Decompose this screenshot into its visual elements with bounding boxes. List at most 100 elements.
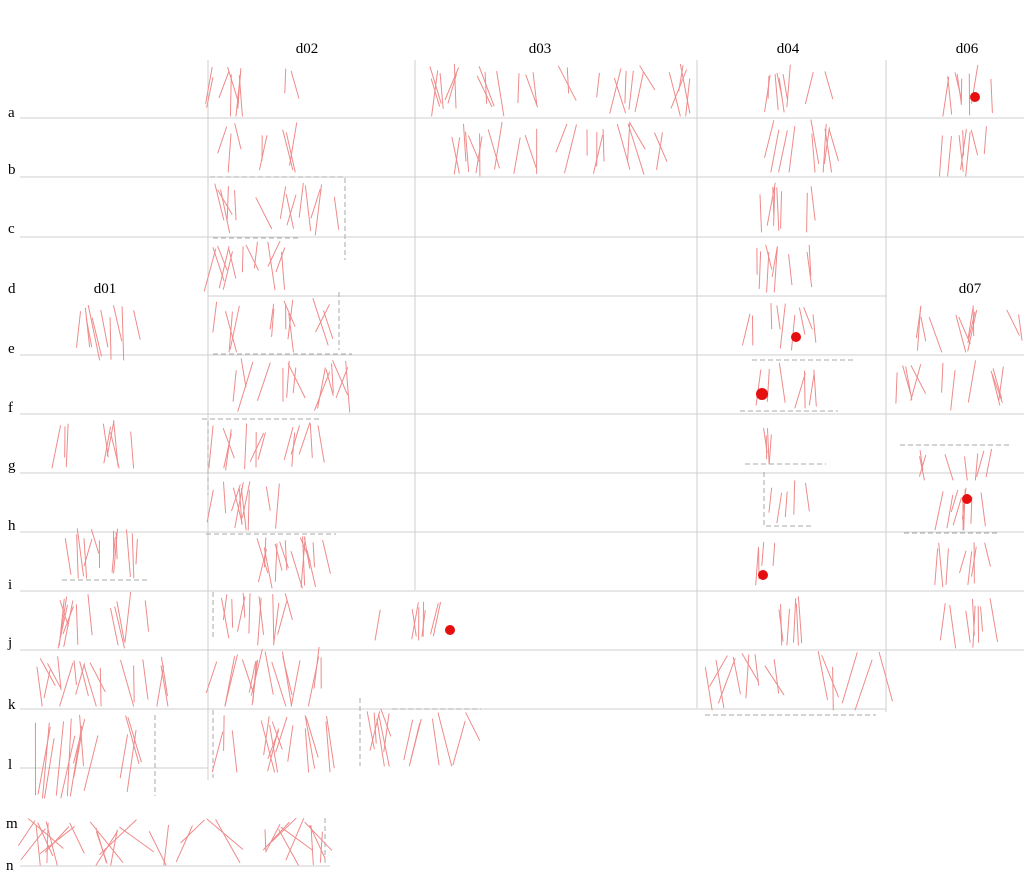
glyph-stroke: [895, 372, 898, 404]
glyph-stroke: [241, 246, 244, 273]
glyph-stroke: [525, 74, 538, 108]
glyph-stroke: [142, 659, 149, 700]
glyph-stroke: [135, 538, 138, 565]
row-labels: a b c d e f g h i j k l m n: [6, 105, 18, 874]
glyph-stroke: [69, 822, 85, 854]
glyph-stroke: [965, 610, 971, 643]
glyph-stroke: [215, 819, 241, 864]
glyph-stroke: [119, 826, 154, 853]
glyph-stroke: [709, 655, 728, 687]
glyph-stroke: [287, 725, 294, 762]
glyph-stroke: [980, 492, 986, 527]
glyph-stroke: [832, 666, 834, 711]
glyph-stroke: [290, 551, 303, 589]
glyph-stroke: [89, 821, 124, 863]
glyph-stroke: [810, 186, 816, 221]
glyph-stroke: [331, 363, 334, 394]
glyph-stroke: [942, 76, 950, 117]
glyph-stroke: [304, 185, 312, 232]
glyph-stroke: [444, 67, 459, 100]
glyph-stroke: [949, 605, 957, 649]
glyph-stroke: [99, 819, 137, 855]
glyph-stroke: [934, 491, 944, 531]
glyph-stroke: [770, 129, 780, 173]
glyph-stroke: [87, 594, 93, 636]
glyph-stroke: [799, 307, 806, 335]
glyph-stroke: [226, 185, 229, 220]
glyph-stroke: [920, 316, 927, 342]
row-label: b: [8, 162, 16, 178]
glyph-stroke: [947, 76, 953, 115]
glyph-stroke: [280, 826, 313, 851]
glyph-stroke: [437, 712, 453, 767]
glyph-stroke: [237, 361, 254, 412]
glyph-stroke: [66, 718, 72, 797]
glyph-stroke: [812, 314, 817, 343]
glyph-stroke: [795, 603, 799, 646]
glyph-stroke: [277, 599, 288, 635]
glyph-stroke: [91, 529, 100, 554]
glyph-stroke: [761, 542, 765, 566]
glyph-stroke: [227, 66, 240, 104]
glyph-stroke: [211, 731, 224, 773]
row-label: j: [7, 635, 12, 651]
glyph-stroke: [786, 64, 791, 108]
glyph-stroke: [468, 135, 480, 162]
glyph-stroke: [910, 364, 922, 401]
glyph-stroke: [755, 369, 762, 406]
glyph-stroke: [766, 368, 770, 402]
glyph-stroke: [203, 248, 217, 292]
glyph-stroke: [231, 730, 238, 773]
glyph-stroke: [765, 244, 773, 270]
row-label: a: [8, 105, 15, 121]
row-label: k: [8, 697, 16, 713]
glyph-stroke: [959, 550, 967, 574]
glyph-stroke: [18, 820, 36, 846]
glyph-stroke: [945, 548, 949, 585]
glyph-stroke: [100, 309, 109, 348]
glyph-stroke: [91, 317, 102, 357]
glyph-stroke: [484, 72, 488, 104]
glyph-stroke: [939, 603, 946, 641]
column-label: d02: [296, 41, 319, 57]
glyph-stroke: [374, 609, 381, 641]
glyph-stroke: [20, 828, 46, 860]
glyph-stroke: [628, 70, 634, 110]
glyph-stroke: [332, 360, 348, 396]
glyph-stroke: [774, 73, 779, 110]
glyph-stroke: [89, 662, 106, 693]
glyph-stroke: [494, 121, 503, 170]
glyph-stroke: [319, 831, 323, 863]
glyph-stroke: [279, 541, 289, 569]
glyph-stroke: [273, 602, 280, 646]
glyph-stroke: [124, 592, 132, 644]
marker-dot: [962, 494, 972, 504]
glyph-stroke: [76, 534, 79, 579]
glyph-stroke: [287, 363, 306, 399]
glyph-stroke: [121, 306, 125, 361]
glyph-stroke: [83, 735, 99, 791]
marker-dot: [445, 625, 455, 635]
glyph-stroke: [764, 74, 771, 113]
glyph-stroke: [564, 124, 577, 174]
glyph-stroke: [555, 123, 568, 153]
glyph-stroke: [759, 194, 762, 233]
glyph-stroke: [278, 829, 299, 866]
glyph-stroke: [247, 489, 250, 531]
glyph-stroke: [941, 362, 944, 393]
glyph-stroke: [272, 594, 275, 644]
glyph-stroke: [223, 481, 227, 514]
glyph-stroke: [131, 533, 135, 579]
glyph-stroke: [803, 307, 813, 330]
row-label: g: [8, 458, 16, 474]
glyph-stroke: [231, 599, 234, 628]
glyph-stroke: [854, 659, 873, 711]
glyph-stroke: [782, 74, 788, 100]
glyph-stroke: [828, 128, 839, 162]
glyph-stroke: [452, 720, 466, 766]
glyph-stroke: [304, 821, 333, 851]
glyph-stroke: [768, 434, 772, 464]
glyph-stroke: [307, 656, 320, 707]
glyph-stroke: [223, 715, 225, 751]
glyph-stroke: [257, 597, 262, 646]
